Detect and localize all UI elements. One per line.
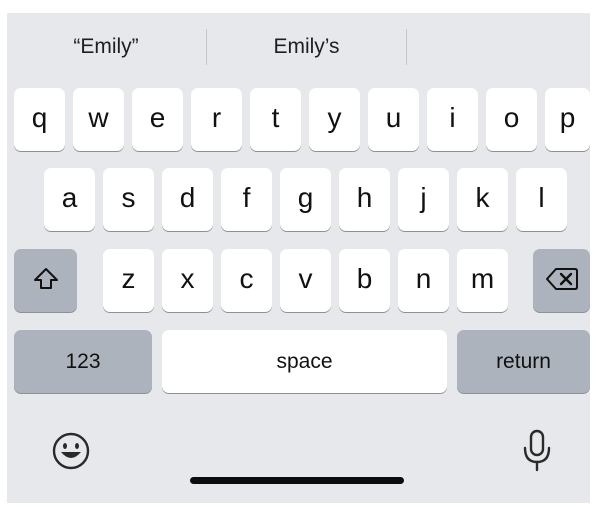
dictation-button[interactable]	[520, 428, 554, 474]
key-b[interactable]: b	[339, 249, 390, 312]
key-s[interactable]: s	[103, 168, 154, 231]
key-u[interactable]: u	[368, 88, 419, 151]
key-m[interactable]: m	[457, 249, 508, 312]
key-o[interactable]: o	[486, 88, 537, 151]
key-a[interactable]: a	[44, 168, 95, 231]
numbers-button[interactable]: 123	[14, 330, 152, 393]
key-r[interactable]: r	[191, 88, 242, 151]
return-button[interactable]: return	[457, 330, 590, 393]
emoji-icon	[52, 432, 90, 470]
key-k[interactable]: k	[457, 168, 508, 231]
key-z[interactable]: z	[103, 249, 154, 312]
key-i[interactable]: i	[427, 88, 478, 151]
home-indicator	[190, 477, 404, 484]
key-n[interactable]: n	[398, 249, 449, 312]
delete-backspace-icon	[545, 267, 578, 290]
shift-icon	[33, 267, 58, 289]
key-y[interactable]: y	[309, 88, 360, 151]
key-g[interactable]: g	[280, 168, 331, 231]
emoji-button[interactable]	[51, 431, 91, 471]
key-p[interactable]: p	[545, 88, 590, 151]
key-h[interactable]: h	[339, 168, 390, 231]
key-x[interactable]: x	[162, 249, 213, 312]
key-c[interactable]: c	[221, 249, 272, 312]
delete-button[interactable]	[533, 249, 590, 312]
key-f[interactable]: f	[221, 168, 272, 231]
keyboard: “Emily” Emily’s q w e r t y u i o p a s …	[7, 13, 590, 503]
key-q[interactable]: q	[14, 88, 65, 151]
suggestion-1[interactable]: “Emily”	[7, 13, 205, 81]
suggestion-2[interactable]: Emily’s	[207, 13, 406, 81]
key-d[interactable]: d	[162, 168, 213, 231]
key-l[interactable]: l	[516, 168, 567, 231]
key-v[interactable]: v	[280, 249, 331, 312]
suggestion-3[interactable]	[407, 13, 590, 81]
key-t[interactable]: t	[250, 88, 301, 151]
key-j[interactable]: j	[398, 168, 449, 231]
space-bar[interactable]: space	[162, 330, 447, 393]
key-w[interactable]: w	[73, 88, 124, 151]
microphone-icon	[523, 429, 551, 472]
key-e[interactable]: e	[132, 88, 183, 151]
shift-button[interactable]	[14, 249, 77, 312]
